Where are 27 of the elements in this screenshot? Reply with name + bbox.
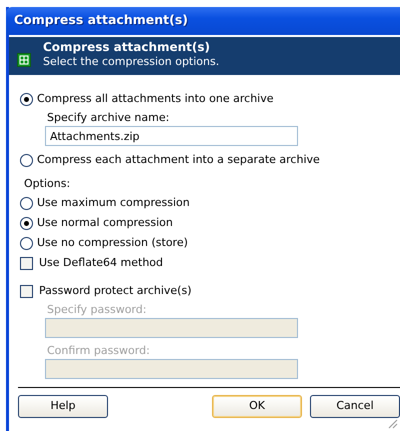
ok-button[interactable]: OK [212, 395, 302, 418]
help-button[interactable]: Help [18, 395, 108, 418]
window-title: Compress attachment(s) [14, 12, 188, 27]
radio-label[interactable]: Use no compression (store) [37, 234, 188, 252]
radio-button[interactable] [20, 154, 33, 166]
radio-button[interactable] [20, 236, 33, 250]
cancel-button[interactable]: Cancel [310, 395, 400, 418]
radio-label[interactable]: Use normal compression [37, 214, 173, 232]
resize-grip-icon[interactable] [388, 419, 398, 429]
checkbox-label[interactable]: Use Deflate64 method [39, 254, 164, 272]
radio-label[interactable]: Compress each attachment into a separate archive [37, 152, 320, 168]
zip-icon [17, 53, 31, 67]
field-label: Specify password: [47, 302, 148, 318]
field-label: Confirm password: [47, 343, 151, 359]
checkbox[interactable] [20, 256, 33, 270]
radio-button[interactable] [20, 196, 33, 210]
section-label: Options: [24, 176, 72, 192]
checkbox[interactable] [20, 284, 33, 298]
radio-button[interactable] [20, 92, 33, 106]
input-field[interactable]: Attachments.zip [45, 126, 298, 146]
radio-label[interactable]: Compress all attachments into one archive [37, 90, 274, 108]
header-subtitle: Select the compression options. [43, 55, 220, 69]
radio-button[interactable] [20, 216, 33, 230]
field-label: Specify archive name: [47, 110, 170, 126]
header-title: Compress attachment(s) [43, 40, 212, 55]
checkbox-label[interactable]: Password protect archive(s) [39, 282, 192, 300]
radio-label[interactable]: Use maximum compression [37, 194, 190, 212]
